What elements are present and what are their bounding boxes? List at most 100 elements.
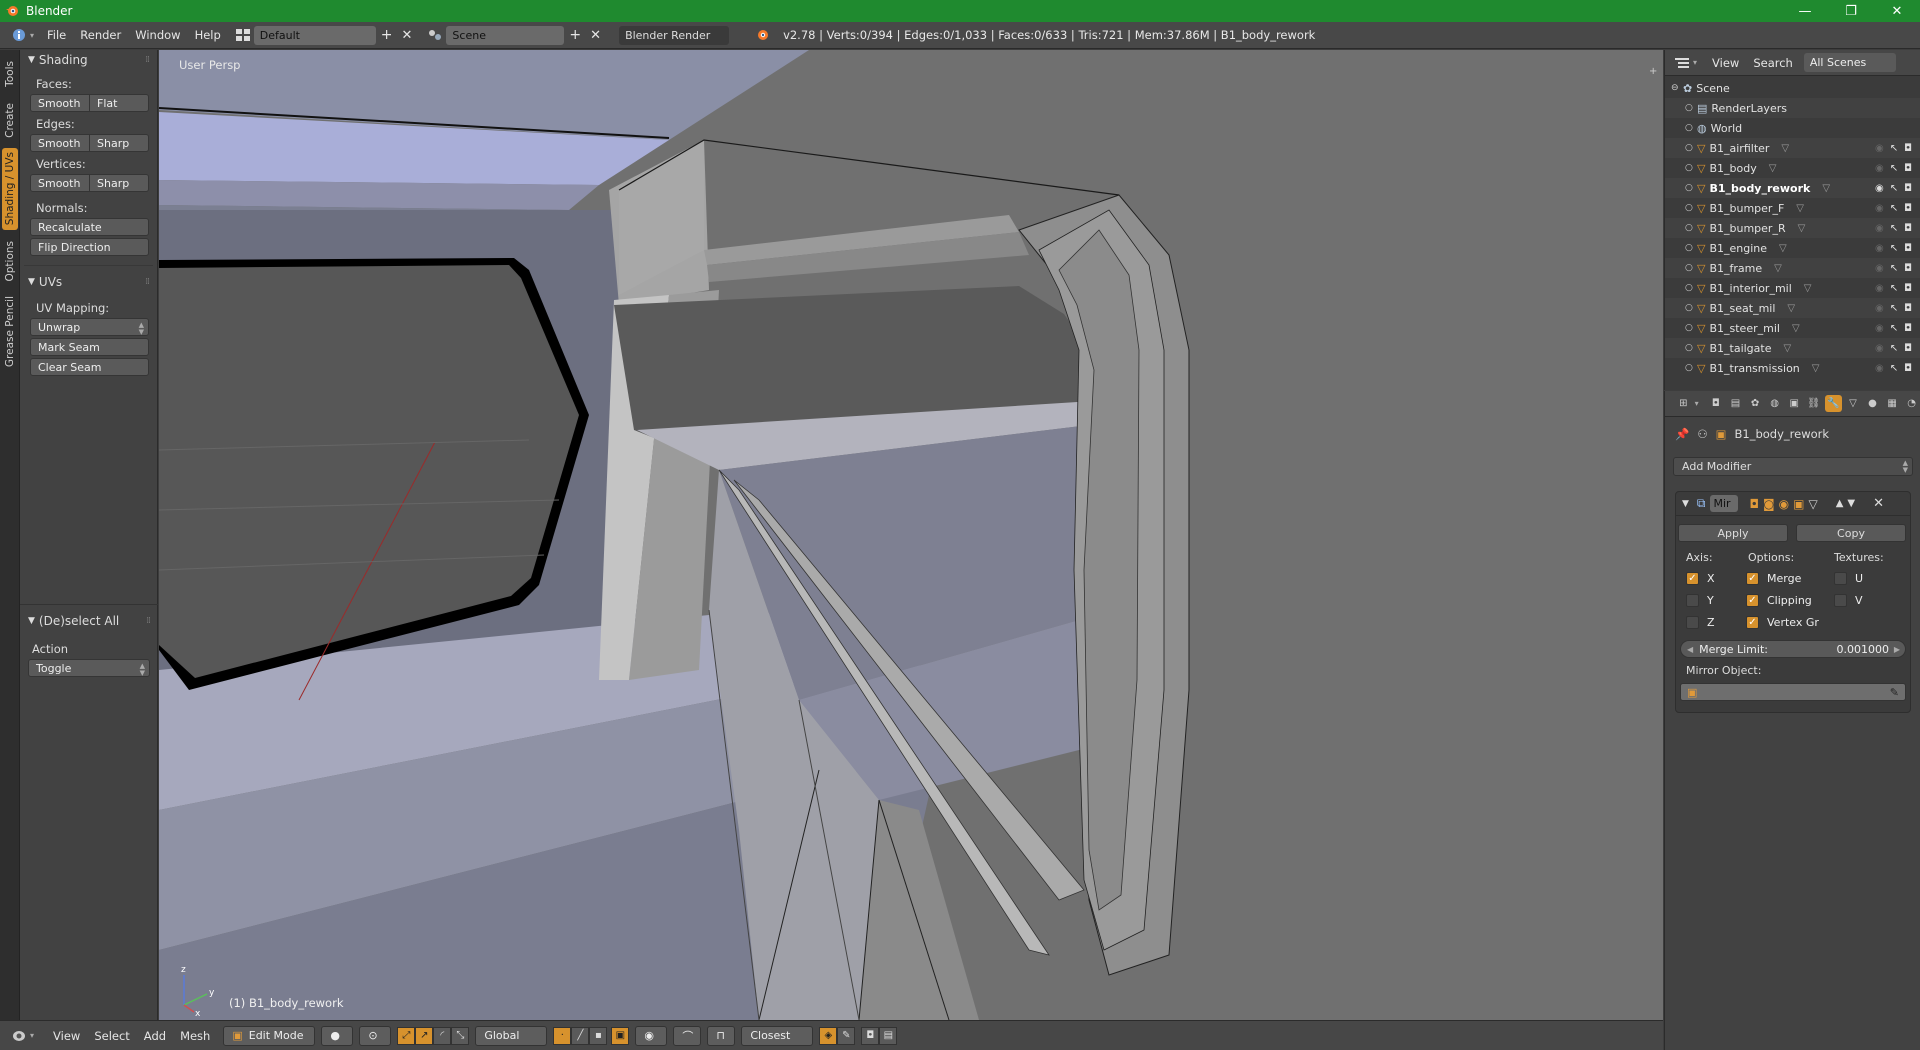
tab-grease-pencil[interactable]: Grease Pencil bbox=[2, 292, 18, 372]
expand-icon[interactable]: ○ bbox=[1685, 163, 1697, 173]
modifiers-tab-icon[interactable]: 🔧 bbox=[1825, 395, 1842, 412]
outliner-item-b1-bumper-f[interactable]: ○ ▽ B1_bumper_F ▽ ◉ ↖ ◘ bbox=[1665, 198, 1920, 218]
decrement-arrow-icon[interactable]: ◀ bbox=[1687, 645, 1693, 654]
viewport-shading-select[interactable]: ● bbox=[321, 1025, 354, 1046]
edge-select-mode[interactable]: ╱ bbox=[571, 1026, 590, 1045]
outliner-item-b1-body-rework[interactable]: ○ ▽ B1_body_rework ▽ ◉ ↖ ◘ bbox=[1665, 178, 1920, 198]
axis-x-checkbox[interactable]: ✓ X bbox=[1686, 572, 1715, 585]
collapse-icon[interactable]: ⊖ bbox=[1671, 83, 1683, 93]
axis-y-checkbox[interactable]: Y bbox=[1686, 594, 1714, 607]
mesh-data-icon[interactable]: ▽ bbox=[1774, 263, 1782, 274]
mesh-data-icon[interactable]: ▽ bbox=[1781, 143, 1789, 154]
visibility-eye-icon[interactable]: ◉ bbox=[1875, 363, 1884, 374]
faces-flat-button[interactable]: Flat bbox=[90, 94, 149, 112]
visibility-eye-icon[interactable]: ◉ bbox=[1875, 183, 1884, 194]
visibility-eye-icon[interactable]: ◉ bbox=[1875, 323, 1884, 334]
visibility-eye-icon[interactable]: ◉ bbox=[1875, 283, 1884, 294]
selectable-cursor-icon[interactable]: ↖ bbox=[1890, 303, 1898, 314]
limit-selection-toggle[interactable]: ▣ bbox=[611, 1026, 630, 1045]
merge-limit-field[interactable]: ◀ Merge Limit: 0.001000 ▶ bbox=[1680, 640, 1906, 658]
renderable-camera-icon[interactable]: ◘ bbox=[1904, 143, 1912, 154]
expand-icon[interactable]: ○ bbox=[1685, 343, 1697, 353]
vertex-groups-checkbox[interactable]: ✓ Vertex Gr bbox=[1746, 616, 1819, 629]
3d-viewport[interactable]: z y x User Persp (1) B1_body_rework + bbox=[159, 50, 1663, 1020]
render-engine-select[interactable]: Blender Render bbox=[619, 25, 730, 45]
constraints-tab-icon[interactable]: ⛓ bbox=[1805, 395, 1822, 412]
increment-arrow-icon[interactable]: ▶ bbox=[1894, 645, 1900, 654]
remove-scene-button[interactable]: ✕ bbox=[586, 25, 605, 45]
on-cage-icon[interactable]: ▽ bbox=[1808, 497, 1817, 511]
expand-icon[interactable]: ○ bbox=[1685, 143, 1697, 153]
visibility-eye-icon[interactable]: ◉ bbox=[1875, 243, 1884, 254]
mesh-data-icon[interactable]: ▽ bbox=[1796, 203, 1804, 214]
flip-direction-button[interactable]: Flip Direction bbox=[30, 238, 149, 256]
modifier-name-field[interactable]: Mir bbox=[1709, 495, 1738, 512]
recalculate-normals-button[interactable]: Recalculate bbox=[30, 218, 149, 236]
render-image-button[interactable]: ◘ bbox=[861, 1026, 880, 1045]
expand-icon[interactable]: ○ bbox=[1685, 103, 1697, 113]
data-tab-icon[interactable]: ▽ bbox=[1845, 395, 1862, 412]
renderable-camera-icon[interactable]: ◘ bbox=[1904, 343, 1912, 354]
face-select-mode[interactable]: ▪ bbox=[589, 1026, 608, 1045]
tab-options[interactable]: Options bbox=[2, 236, 18, 286]
expand-icon[interactable]: ○ bbox=[1685, 183, 1697, 193]
outliner-item-b1-frame[interactable]: ○ ▽ B1_frame ▽ ◉ ↖ ◘ bbox=[1665, 258, 1920, 278]
outliner-item-b1-engine[interactable]: ○ ▽ B1_engine ▽ ◉ ↖ ◘ bbox=[1665, 238, 1920, 258]
add-layout-button[interactable]: + bbox=[376, 25, 398, 45]
mesh-data-icon[interactable]: ▽ bbox=[1779, 243, 1787, 254]
editor-type-info-icon[interactable] bbox=[8, 25, 30, 45]
tab-shading-uvs[interactable]: Shading / UVs bbox=[2, 148, 18, 230]
copy-button[interactable]: Copy bbox=[1796, 524, 1906, 542]
outliner-menu-search[interactable]: Search bbox=[1746, 53, 1800, 73]
menu-help[interactable]: Help bbox=[188, 25, 228, 45]
outliner-item-world[interactable]: ○ ◍ World bbox=[1665, 118, 1920, 138]
outliner-item-b1-interior-mil[interactable]: ○ ▽ B1_interior_mil ▽ ◉ ↖ ◘ bbox=[1665, 278, 1920, 298]
screen-layout-field[interactable]: Default bbox=[253, 25, 376, 45]
outliner-display-mode-select[interactable]: All Scenes bbox=[1803, 53, 1896, 72]
menu-mesh[interactable]: Mesh bbox=[173, 1026, 217, 1046]
renderable-camera-icon[interactable]: ◘ bbox=[1904, 183, 1912, 194]
visibility-eye-icon[interactable]: ◉ bbox=[1875, 263, 1884, 274]
renderable-camera-icon[interactable]: ◘ bbox=[1904, 203, 1912, 214]
menu-select[interactable]: Select bbox=[87, 1026, 136, 1046]
clear-seam-button[interactable]: Clear Seam bbox=[30, 358, 149, 376]
renderable-camera-icon[interactable]: ◘ bbox=[1904, 163, 1912, 174]
move-down-icon[interactable]: ▼ bbox=[1847, 498, 1855, 509]
outliner-item-scene[interactable]: ⊖ ✿ Scene bbox=[1665, 78, 1920, 98]
material-tab-icon[interactable]: ● bbox=[1864, 395, 1881, 412]
visibility-eye-icon[interactable]: ◉ bbox=[1875, 303, 1884, 314]
renderable-camera-icon[interactable]: ◘ bbox=[1904, 283, 1912, 294]
editor-type-outliner-icon[interactable] bbox=[1671, 53, 1693, 73]
renderable-camera-icon[interactable]: ◘ bbox=[1904, 243, 1912, 254]
toggle-properties-region-icon[interactable]: + bbox=[1649, 66, 1659, 77]
outliner-item-b1-transmission[interactable]: ○ ▽ B1_transmission ▽ ◉ ↖ ◘ bbox=[1665, 358, 1920, 378]
opengl-render-button[interactable]: ✎ bbox=[837, 1026, 856, 1045]
texture-u-checkbox[interactable]: U bbox=[1834, 572, 1863, 585]
edges-smooth-button[interactable]: Smooth bbox=[30, 134, 90, 152]
selectable-cursor-icon[interactable]: ↖ bbox=[1890, 323, 1898, 334]
texture-v-checkbox[interactable]: V bbox=[1834, 594, 1863, 607]
vertices-smooth-button[interactable]: Smooth bbox=[30, 174, 90, 192]
physics-tab-icon[interactable]: ◔ bbox=[1903, 395, 1920, 412]
minimize-button[interactable]: — bbox=[1782, 0, 1828, 22]
menu-render[interactable]: Render bbox=[73, 25, 128, 45]
move-up-icon[interactable]: ▲ bbox=[1836, 498, 1844, 509]
selectable-cursor-icon[interactable]: ↖ bbox=[1890, 263, 1898, 274]
show-in-editmode-icon[interactable]: ▣ bbox=[1793, 497, 1804, 511]
visibility-eye-icon[interactable]: ◉ bbox=[1875, 203, 1884, 214]
selectable-cursor-icon[interactable]: ↖ bbox=[1890, 143, 1898, 154]
restore-button[interactable]: ❐ bbox=[1828, 0, 1874, 22]
selectable-cursor-icon[interactable]: ↖ bbox=[1890, 223, 1898, 234]
expand-icon[interactable]: ○ bbox=[1685, 323, 1697, 333]
render-layers-tab-icon[interactable]: ▤ bbox=[1727, 395, 1744, 412]
outliner-item-renderlayers[interactable]: ○ ▤ RenderLayers bbox=[1665, 98, 1920, 118]
visibility-eye-icon[interactable]: ◉ bbox=[1875, 163, 1884, 174]
vertices-sharp-button[interactable]: Sharp bbox=[90, 174, 149, 192]
show-in-viewport-icon[interactable]: ◉ bbox=[1779, 497, 1789, 511]
axis-z-checkbox[interactable]: Z bbox=[1686, 616, 1715, 629]
scale-manipulator[interactable]: ⤡ bbox=[451, 1026, 470, 1045]
expand-icon[interactable]: ○ bbox=[1685, 203, 1697, 213]
vertex-select-mode[interactable]: · bbox=[553, 1026, 572, 1045]
mesh-data-icon[interactable]: ▽ bbox=[1783, 343, 1791, 354]
renderable-camera-icon[interactable]: ◘ bbox=[1904, 303, 1912, 314]
